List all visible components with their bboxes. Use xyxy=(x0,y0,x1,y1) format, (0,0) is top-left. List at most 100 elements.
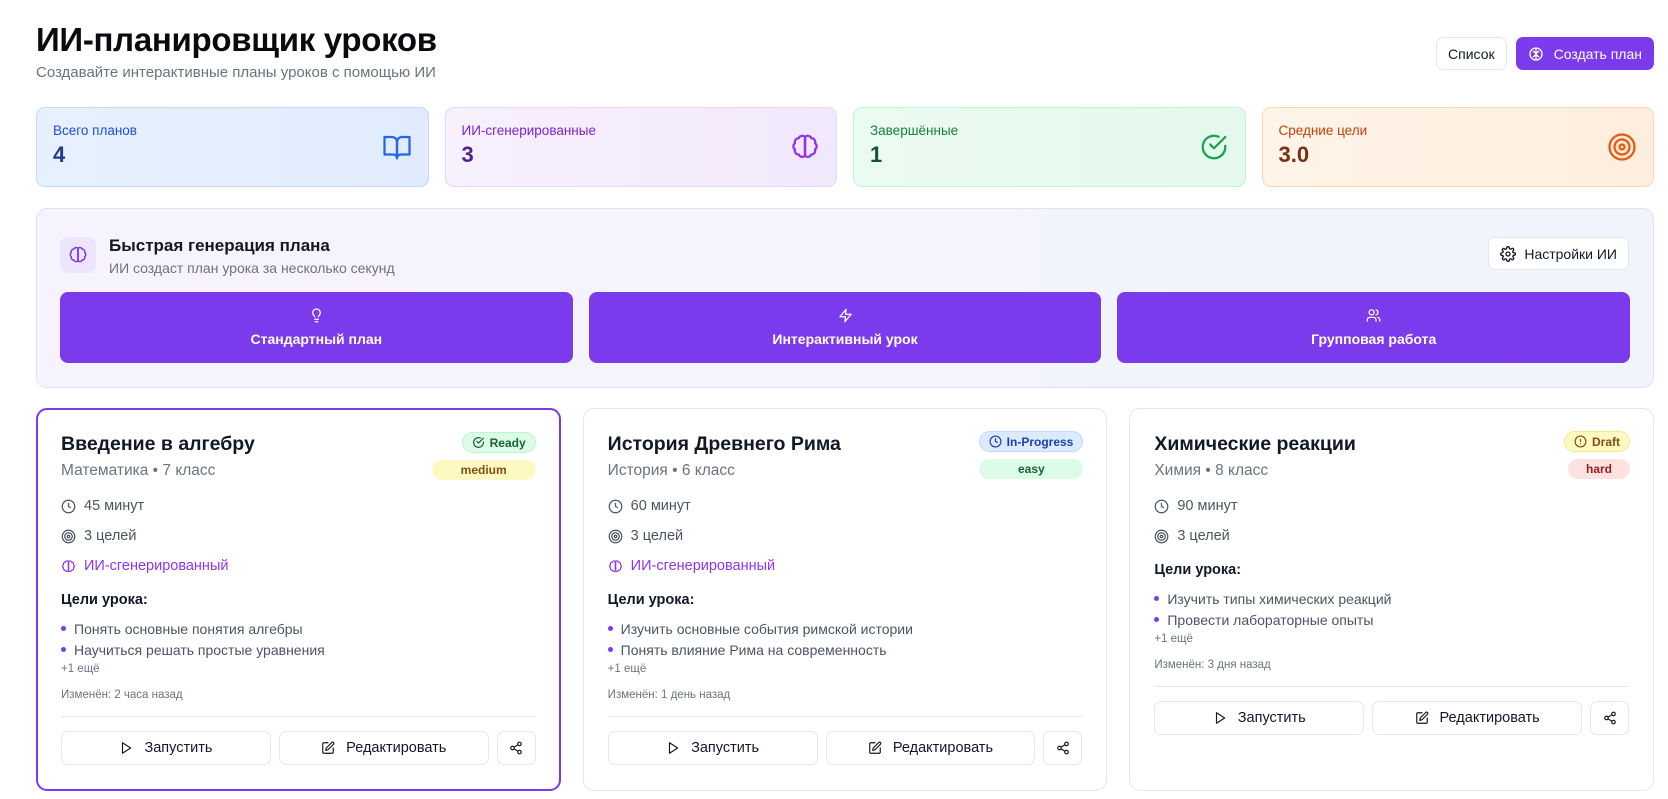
edit-button[interactable]: Редактировать xyxy=(1372,701,1583,735)
lesson-info: 90 минут 3 целей xyxy=(1154,498,1629,544)
lesson-card[interactable]: История Древнего Рима История • 6 класс … xyxy=(582,408,1108,791)
difficulty-badge: easy xyxy=(979,459,1084,479)
run-button[interactable]: Запустить xyxy=(1154,701,1365,735)
run-label: Запустить xyxy=(691,740,760,756)
quick-generation-panel: Быстрая генерация плана ИИ создаст план … xyxy=(36,208,1654,388)
goals-count-row: 3 целей xyxy=(608,528,1083,544)
edit-label: Редактировать xyxy=(1439,710,1540,726)
goal-item: Понять влияние Рима на современность xyxy=(608,639,1083,660)
difficulty-badge: hard xyxy=(1568,459,1631,479)
brain-icon xyxy=(608,559,623,574)
brain-icon xyxy=(1528,46,1544,62)
target-icon xyxy=(1154,529,1169,544)
play-icon xyxy=(119,741,133,755)
check-circle-icon xyxy=(472,436,485,449)
ai-generated-text: ИИ-сгенерированный xyxy=(84,558,229,574)
list-view-button[interactable]: Список xyxy=(1436,37,1507,70)
page-header: ИИ-планировщик уроков Создавайте интерак… xyxy=(36,22,1654,82)
modified-text: Изменён: 3 дня назад xyxy=(1154,659,1271,671)
goal-item: Понять основные понятия алгебры xyxy=(61,618,536,639)
interactive-lesson-label: Интерактивный урок xyxy=(772,331,918,347)
goals-title: Цели урока: xyxy=(1154,562,1242,578)
lesson-info: 60 минут 3 целей ИИ-сгенерированный xyxy=(608,498,1083,574)
run-button[interactable]: Запустить xyxy=(607,731,818,765)
target-icon xyxy=(608,529,623,544)
clock-icon xyxy=(608,499,623,514)
goals-count-text: 3 целей xyxy=(1177,528,1230,544)
lesson-badges: In-Progress easy xyxy=(978,431,1084,479)
ai-generated-row: ИИ-сгенерированный xyxy=(61,558,536,574)
stat-card-ai: ИИ-сгенерированные 3 xyxy=(444,107,837,187)
run-label: Запустить xyxy=(1237,710,1306,726)
clock-icon xyxy=(61,499,76,514)
run-button[interactable]: Запустить xyxy=(61,731,271,765)
stat-card-completed: Завершённые 1 xyxy=(853,107,1246,187)
edit-icon xyxy=(1415,711,1429,725)
ai-generated-row: ИИ-сгенерированный xyxy=(608,558,1083,574)
lightbulb-icon xyxy=(309,308,324,323)
share-button[interactable] xyxy=(1590,701,1630,735)
clock-icon xyxy=(989,435,1002,448)
modified-text: Изменён: 1 день назад xyxy=(607,689,731,701)
lesson-card[interactable]: Химические реакции Химия • 8 класс Draft… xyxy=(1129,408,1655,791)
interactive-lesson-button[interactable]: Интерактивный урок xyxy=(588,292,1102,363)
ai-settings-button[interactable]: Настройки ИИ xyxy=(1488,237,1629,270)
goals-list: Понять основные понятия алгебры Научитьс… xyxy=(61,618,536,660)
brain-icon xyxy=(790,132,820,162)
group-work-label: Групповая работа xyxy=(1311,331,1437,347)
lesson-cards: Введение в алгебру Математика • 7 класс … xyxy=(36,408,1655,791)
goal-item: Научиться решать простые уравнения xyxy=(61,639,536,660)
brain-icon xyxy=(61,559,76,574)
edit-label: Редактировать xyxy=(892,740,994,756)
status-badge: Ready xyxy=(461,432,536,453)
play-icon xyxy=(666,741,680,755)
stat-value: 4 xyxy=(53,142,66,167)
goal-item: Изучить типы химических реакций xyxy=(1154,588,1629,609)
goals-title: Цели урока: xyxy=(61,592,148,608)
stat-label: Всего планов xyxy=(53,123,137,138)
target-icon xyxy=(1607,132,1637,162)
run-label: Запустить xyxy=(144,740,213,756)
stat-label: Средние цели xyxy=(1278,123,1368,138)
duration-row: 60 минут xyxy=(608,498,1083,514)
share-button[interactable] xyxy=(1043,731,1083,765)
share-button[interactable] xyxy=(496,731,536,765)
list-view-label: Список xyxy=(1448,45,1495,62)
book-open-icon xyxy=(382,132,412,162)
lesson-title: Химические реакции xyxy=(1154,433,1356,455)
edit-button[interactable]: Редактировать xyxy=(278,731,489,765)
status-label: Draft xyxy=(1592,434,1621,449)
duration-row: 45 минут xyxy=(61,498,536,514)
more-goals: +1 ещё xyxy=(1154,633,1193,645)
page-title: ИИ-планировщик уроков xyxy=(36,21,437,58)
goals-count-row: 3 целей xyxy=(1154,528,1629,544)
more-goals: +1 ещё xyxy=(61,663,100,675)
goals-list: Изучить типы химических реакций Провести… xyxy=(1154,588,1629,630)
ai-generated-text: ИИ-сгенерированный xyxy=(630,558,776,574)
standard-plan-button[interactable]: Стандартный план xyxy=(60,292,573,363)
stat-card-goals: Средние цели 3.0 xyxy=(1261,107,1654,187)
status-label: Ready xyxy=(489,435,526,450)
difficulty-badge: medium xyxy=(431,460,536,480)
edit-label: Редактировать xyxy=(346,740,447,756)
lesson-card[interactable]: Введение в алгебру Математика • 7 класс … xyxy=(36,408,561,791)
quick-buttons: Стандартный план Интерактивный урок Груп… xyxy=(60,292,1631,363)
quick-subtitle: ИИ создаст план урока за несколько секун… xyxy=(109,260,395,276)
duration-text: 45 минут xyxy=(84,498,145,514)
share-icon xyxy=(509,741,523,755)
edit-button[interactable]: Редактировать xyxy=(825,731,1036,765)
create-plan-button[interactable]: Создать план xyxy=(1515,37,1654,70)
more-goals: +1 ещё xyxy=(607,663,647,675)
goals-list: Изучить основные события римской истории… xyxy=(608,618,1083,660)
quick-title: Быстрая генерация плана xyxy=(109,236,330,255)
edit-icon xyxy=(868,741,882,755)
create-plan-label: Создать план xyxy=(1553,45,1642,62)
gear-icon xyxy=(1500,245,1517,262)
group-work-button[interactable]: Групповая работа xyxy=(1117,292,1631,363)
goals-title: Цели урока: xyxy=(607,592,695,608)
status-badge: In-Progress xyxy=(978,431,1084,452)
alert-circle-icon xyxy=(1574,435,1587,448)
users-icon xyxy=(1366,308,1381,323)
stat-label: Завершённые xyxy=(870,123,959,138)
lesson-info: 45 минут 3 целей ИИ-сгенерированный xyxy=(61,498,536,574)
